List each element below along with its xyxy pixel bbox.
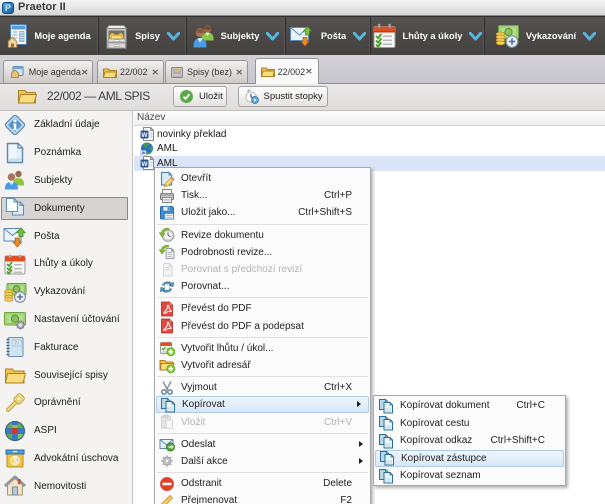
svg-text:$: $ xyxy=(12,456,17,466)
svg-text:W: W xyxy=(141,132,148,139)
svg-text:W: W xyxy=(141,161,148,168)
svg-text:IV: IV xyxy=(15,341,20,347)
